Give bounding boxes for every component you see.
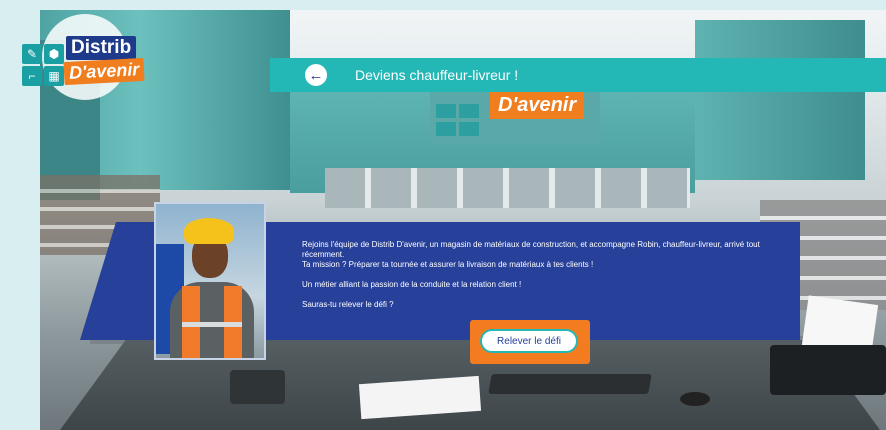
brick-icon: ▦ <box>44 66 64 86</box>
pin-icon: ✎ <box>22 44 42 64</box>
title-bar: ← Deviens chauffeur-livreur ! <box>270 58 886 92</box>
arrow-left-icon: ← <box>308 66 324 84</box>
back-button[interactable]: ← <box>305 64 327 86</box>
driver-photo <box>154 202 266 360</box>
brush-icon: ⬢ <box>44 44 64 64</box>
logo-tiles: ✎ ⬢ ⌐ ▦ <box>22 44 64 88</box>
mission-question: Sauras-tu relever le défi ? <box>302 300 394 309</box>
logo-text-davenir: D'avenir <box>63 57 145 86</box>
desk-phone <box>230 370 285 404</box>
mission-goal: Ta mission ? Préparer ta tournée et assu… <box>302 260 594 269</box>
store-sign-text: D'avenir <box>490 92 585 119</box>
desk-keyboard <box>488 374 652 394</box>
desk-mouse <box>680 392 710 406</box>
frame-top <box>0 0 886 10</box>
mission-tagline: Un métier alliant la passion de la condu… <box>302 280 522 289</box>
trowel-icon: ⌐ <box>22 66 42 86</box>
store-windows <box>325 168 690 208</box>
relever-le-defi-button[interactable]: Relever le défi <box>480 329 578 353</box>
mission-text: Rejoins l'équipe de Distrib D'avenir, un… <box>302 240 782 310</box>
right-pillar <box>695 20 865 180</box>
hard-hat <box>184 218 234 244</box>
page-title: Deviens chauffeur-livreur ! <box>355 67 519 83</box>
mission-intro: Rejoins l'équipe de Distrib D'avenir, un… <box>302 240 760 259</box>
desk-printer <box>770 345 886 395</box>
logo-text-distrib: Distrib <box>66 36 137 60</box>
store-sign-tiles <box>436 104 480 136</box>
